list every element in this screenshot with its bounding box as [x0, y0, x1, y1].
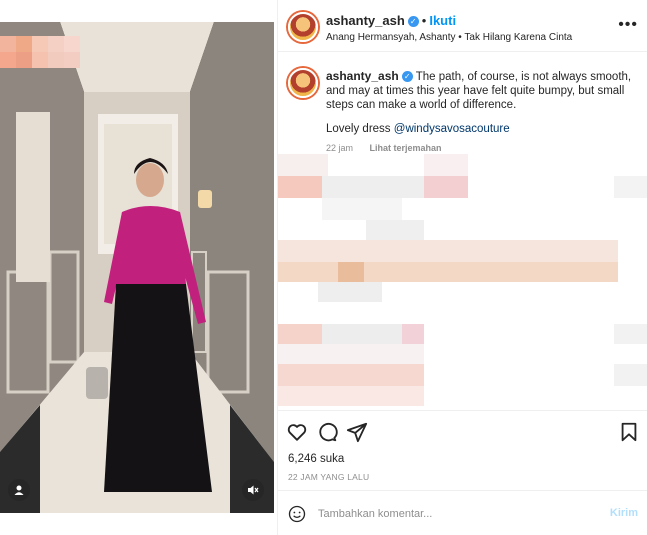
speaker-muted-icon — [248, 485, 259, 495]
comment-input[interactable] — [318, 503, 598, 525]
share-icon[interactable] — [346, 421, 368, 443]
verified-badge-icon: ✓ — [401, 71, 413, 83]
follow-button[interactable]: Ikuti — [429, 13, 456, 28]
dress-prefix: Lovely dress — [326, 123, 394, 135]
caption-dress-line: Lovely dress @windysavosacouture — [326, 123, 510, 135]
heart-icon[interactable] — [286, 421, 308, 443]
tagged-user-icon[interactable] — [8, 479, 30, 501]
header-user-line: ashanty_ash ✓ • Ikuti — [326, 13, 456, 28]
add-comment-form: Kirim — [278, 490, 647, 535]
person-icon — [14, 485, 24, 495]
post-details-panel: ashanty_ash ✓ • Ikuti Anang Hermansyah, Ash… — [277, 0, 647, 535]
header-username[interactable]: ashanty_ash — [326, 13, 405, 28]
send-button[interactable]: Kirim — [610, 507, 638, 519]
caption-username[interactable]: ashanty_ash — [326, 69, 399, 83]
post-timestamp[interactable]: 22 JAM YANG LALU — [288, 472, 369, 482]
like-count[interactable]: 6,246 suka — [288, 453, 344, 465]
instagram-post-modal: ashanty_ash ✓ • Ikuti Anang Hermansyah, Ash… — [0, 0, 647, 535]
pixelated-comments — [278, 154, 647, 410]
mute-button[interactable] — [242, 479, 264, 501]
profile-avatar[interactable] — [288, 12, 318, 42]
caption-meta: 22 jam Lihat terjemahan — [326, 143, 456, 153]
more-options-icon[interactable]: ••• — [618, 16, 638, 34]
caption-text: ashanty_ash ✓ The path, of course, is not… — [326, 69, 636, 112]
verified-badge-icon: ✓ — [407, 16, 419, 28]
separator-dot: • — [421, 13, 427, 28]
post-actions: 6,246 suka 22 JAM YANG LALU — [278, 410, 647, 490]
emoji-icon[interactable] — [288, 505, 306, 523]
caption-avatar[interactable] — [288, 68, 318, 98]
music-info[interactable]: Anang Hermansyah, Ashanty • Tak Hilang K… — [326, 32, 572, 43]
video-frame — [0, 22, 274, 513]
translate-link[interactable]: Lihat terjemahan — [370, 143, 442, 153]
comment-icon[interactable] — [316, 421, 338, 443]
post-video[interactable] — [0, 22, 274, 513]
post-header: ashanty_ash ✓ • Ikuti Anang Hermansyah, Ash… — [278, 0, 647, 52]
bookmark-icon[interactable] — [618, 421, 640, 443]
caption-age: 22 jam — [326, 143, 354, 153]
pixelated-region — [0, 36, 80, 70]
mention-link[interactable]: @windysavosacouture — [394, 123, 510, 135]
